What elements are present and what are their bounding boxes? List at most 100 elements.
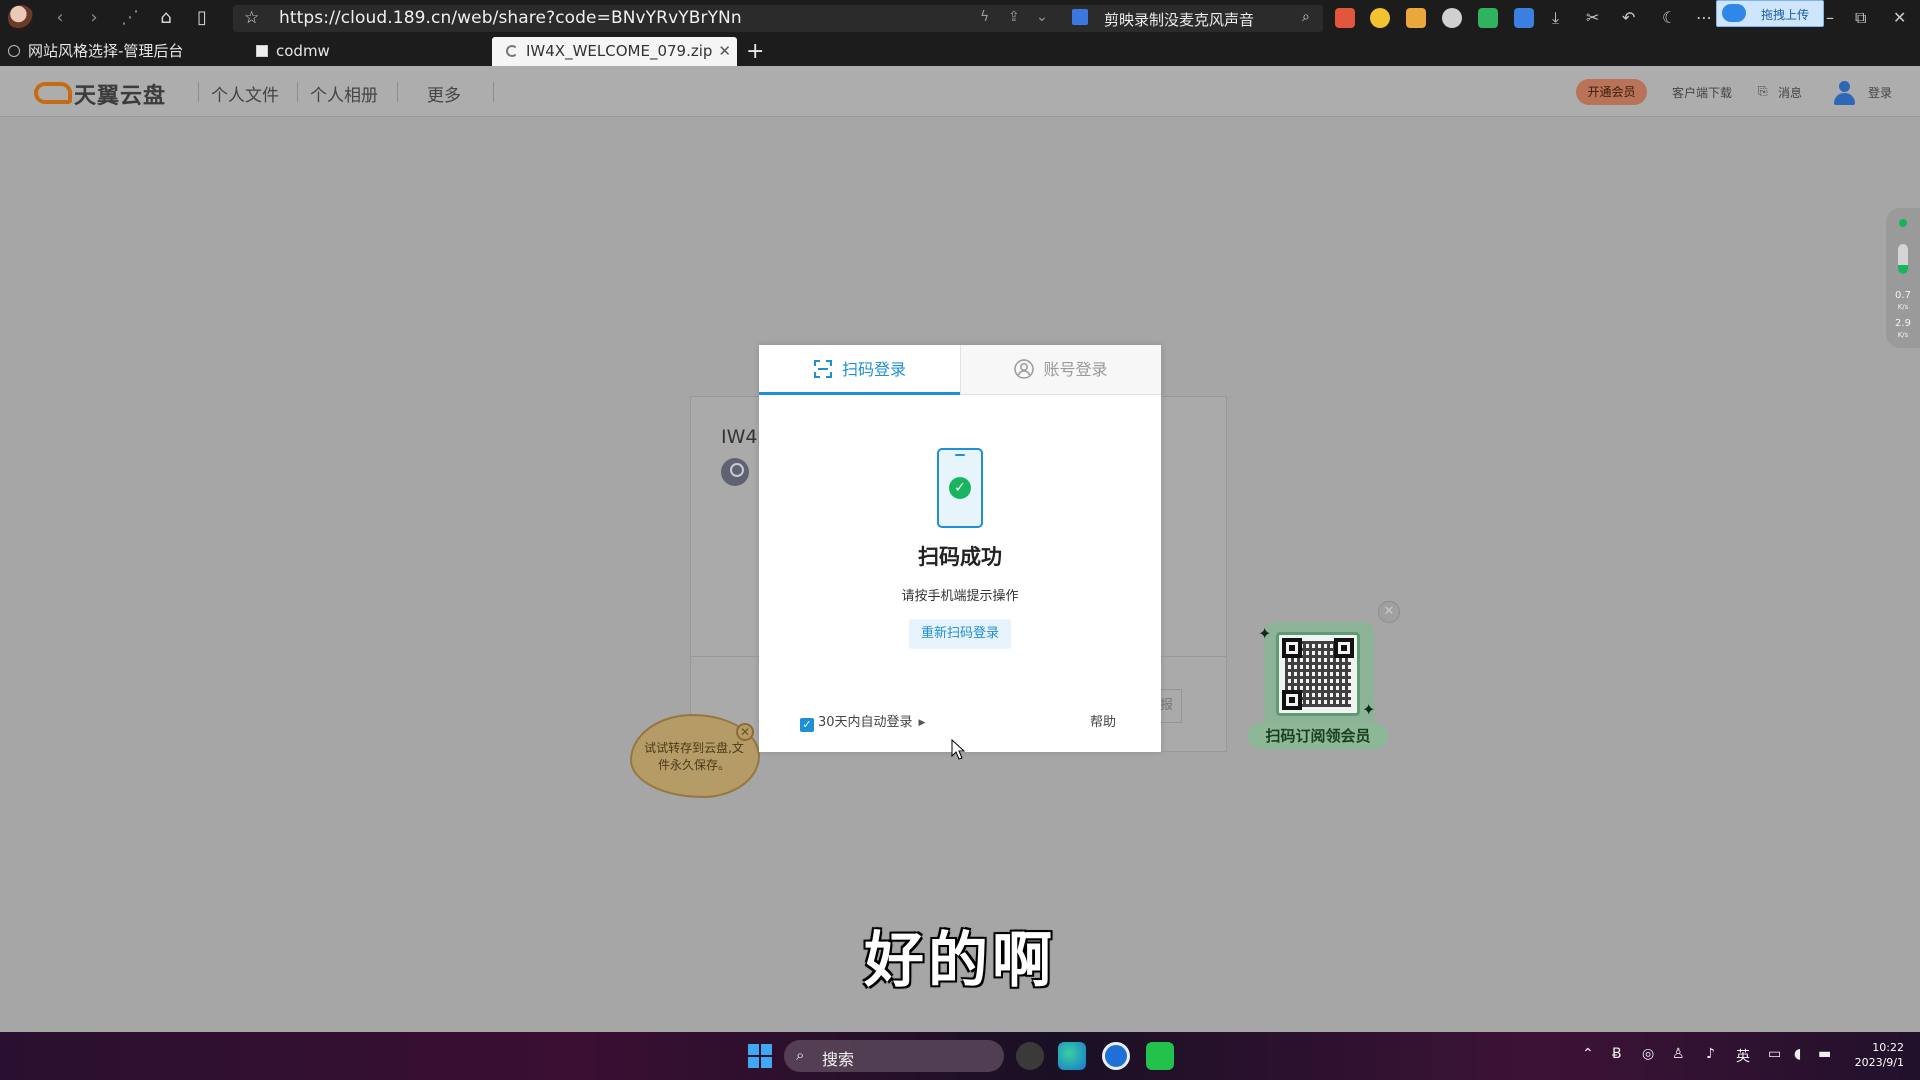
phone-success-icon: ✓: [937, 448, 983, 528]
undo-icon[interactable]: ↶: [1622, 8, 1635, 27]
nav-more[interactable]: 更多: [427, 81, 461, 106]
taskbar-app-icon[interactable]: [1016, 1042, 1044, 1070]
login-modal: 扫码登录 账号登录 ✓ 扫码成功 请按手机端提示操作 重新扫码登录 ✓ 30天内自…: [759, 345, 1161, 752]
nav-personal-album[interactable]: 个人相册: [310, 81, 378, 106]
download-icon[interactable]: ⤓: [1552, 8, 1559, 28]
search-icon[interactable]: ⌕: [1302, 9, 1310, 25]
close-promo-icon[interactable]: ✕: [1378, 601, 1400, 623]
rescan-button[interactable]: 重新扫码登录: [909, 619, 1011, 649]
login-link[interactable]: 登录: [1868, 84, 1892, 101]
volume-icon[interactable]: ◖: [1794, 1046, 1801, 1062]
loading-icon: [506, 45, 518, 57]
upload-label: 拖拽上传: [1761, 8, 1810, 22]
tool-ext-icon[interactable]: [1406, 8, 1426, 28]
scan-status-hint: 请按手机端提示操作: [901, 589, 1019, 604]
auto-login-checkbox[interactable]: ✓: [800, 718, 814, 732]
upload-speed: 0.7 K/s: [1895, 290, 1911, 311]
sparkle-icon: ✦: [1258, 624, 1272, 643]
qr-promo-label[interactable]: 扫码订阅领会员: [1248, 723, 1388, 749]
nav-divider: [493, 82, 494, 102]
check-icon: ✓: [949, 477, 971, 499]
auto-login-option[interactable]: ✓ 30天内自动登录 ▶: [800, 711, 925, 732]
new-tab-icon[interactable]: +: [746, 39, 764, 64]
messages-link[interactable]: 消息: [1778, 84, 1802, 101]
taskbar-search[interactable]: ⌕ 搜索: [784, 1040, 1004, 1072]
tab-account-label: 账号登录: [1043, 360, 1108, 379]
moon-icon[interactable]: ☾: [1662, 8, 1676, 27]
close-tab-icon[interactable]: ✕: [718, 42, 731, 60]
save-tip-text: 试试转存到云盘,文件永久保存。: [644, 741, 744, 772]
emoji-ext-icon[interactable]: [1370, 8, 1390, 28]
lightning-icon[interactable]: ϟ: [980, 9, 989, 25]
share-icon[interactable]: ⇪: [1008, 9, 1020, 25]
reading-list-icon[interactable]: ▯: [190, 7, 214, 31]
bulb-ext-icon[interactable]: [1442, 8, 1462, 28]
tab-label: codmw: [276, 42, 330, 60]
clock-time: 10:22: [1872, 1041, 1904, 1054]
tab-qr-login[interactable]: 扫码登录: [759, 345, 960, 395]
bookmark-star-icon[interactable]: ☆: [244, 8, 259, 28]
report-button[interactable]: 报: [1160, 689, 1182, 723]
download-speed: 2.9 K/s: [1895, 318, 1911, 339]
url-text[interactable]: https://cloud.189.cn/web/share?code=BNvY…: [279, 8, 742, 28]
client-download-link[interactable]: 客户端下载: [1672, 84, 1732, 101]
bookmark-ext-icon[interactable]: [1514, 8, 1534, 28]
search-engine-icon[interactable]: [1072, 9, 1088, 25]
messages-icon[interactable]: ⎘: [1758, 84, 1768, 99]
user-icon[interactable]: [1833, 81, 1855, 105]
refresh-ext-icon[interactable]: [1478, 8, 1498, 28]
nav-divider: [297, 82, 298, 102]
help-link[interactable]: 帮助: [1090, 711, 1116, 730]
profile-avatar[interactable]: [8, 5, 34, 31]
tab-label: 网站风格选择-管理后台: [28, 42, 184, 60]
browser-app-icon[interactable]: [1102, 1042, 1130, 1070]
windows-start-icon[interactable]: [748, 1044, 772, 1068]
tray-network-icon[interactable]: ◎: [1642, 1046, 1654, 1062]
search-query[interactable]: 剪映录制没麦克风声音: [1104, 9, 1254, 30]
edge-icon[interactable]: [1058, 1042, 1086, 1070]
forward-icon[interactable]: ›: [82, 7, 106, 31]
microphone-icon[interactable]: ♪: [1706, 1046, 1715, 1062]
display-icon[interactable]: ▭: [1768, 1046, 1781, 1062]
more-icon[interactable]: ⋯: [1696, 8, 1712, 27]
tab-qr-label: 扫码登录: [841, 360, 906, 379]
user-circle-icon: [1014, 359, 1035, 379]
tray-qq-icon[interactable]: ♙: [1672, 1046, 1685, 1062]
iqiyi-icon[interactable]: [1146, 1042, 1174, 1070]
auto-login-label: 30天内自动登录: [818, 715, 913, 730]
tab-admin[interactable]: 网站风格选择-管理后台: [8, 37, 183, 66]
tray-chevron-icon[interactable]: ⌃: [1582, 1046, 1594, 1062]
close-icon[interactable]: ✕: [736, 723, 754, 741]
scissors-icon[interactable]: ✂: [1586, 8, 1599, 27]
search-icon: ⌕: [796, 1046, 805, 1064]
system-clock[interactable]: 10:22 2023/9/1: [1840, 1040, 1904, 1070]
tab-account-login[interactable]: 账号登录: [960, 345, 1161, 395]
tab-codmw[interactable]: codmw: [256, 37, 330, 66]
sparkle-icon: ✦: [1362, 700, 1376, 719]
page-icon: [256, 45, 268, 57]
nav-personal-files[interactable]: 个人文件: [211, 81, 279, 106]
open-vip-button[interactable]: 开通会员: [1576, 79, 1647, 105]
upload-button[interactable]: 拖拽上传: [1716, 0, 1824, 27]
restore-icon[interactable]: ⧉: [1855, 8, 1866, 28]
tab-label: IW4X_WELCOME_079.zip: [526, 42, 713, 60]
battery-icon[interactable]: ▬: [1818, 1046, 1831, 1062]
home-icon[interactable]: ⌂: [154, 7, 178, 31]
nav-divider: [198, 82, 199, 102]
ime-indicator[interactable]: 英: [1736, 1046, 1750, 1066]
reload-icon[interactable]: ⋰: [118, 7, 142, 31]
close-window-icon[interactable]: ✕: [1893, 8, 1906, 27]
mouse-cursor-icon: [951, 739, 965, 760]
minimize-icon[interactable]: –: [1826, 8, 1834, 27]
chevron-down-icon[interactable]: ⌄: [1036, 9, 1048, 25]
scan-status-title: 扫码成功: [918, 545, 1002, 569]
caret-right-icon[interactable]: ▶: [919, 718, 926, 728]
tab-active-share[interactable]: IW4X_WELCOME_079.zip ✕: [492, 37, 737, 66]
globe-icon: [8, 45, 20, 57]
tray-app-icon[interactable]: Ƀ: [1612, 1046, 1622, 1062]
translate-ext-icon[interactable]: [1335, 8, 1355, 28]
back-icon[interactable]: ‹: [48, 7, 72, 31]
sharer-avatar: [721, 458, 749, 486]
clock-date: 2023/9/1: [1854, 1056, 1904, 1069]
site-logo[interactable]: 天翼云盘: [74, 78, 166, 110]
